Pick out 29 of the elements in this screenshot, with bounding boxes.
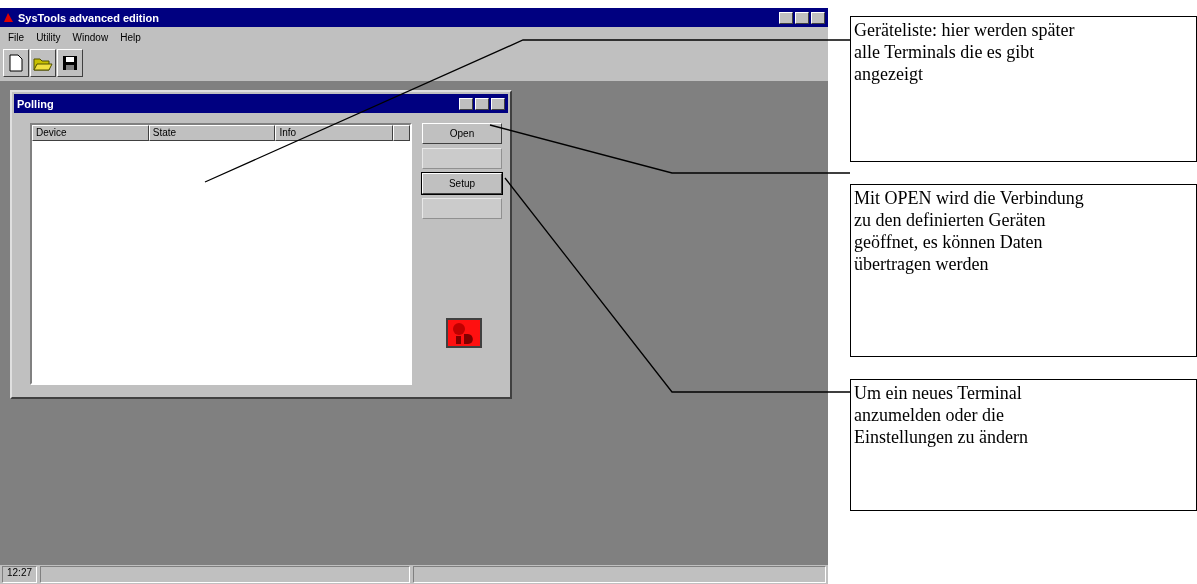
save-button[interactable]: [57, 49, 83, 77]
maximize-button[interactable]: [475, 97, 489, 110]
action-button[interactable]: Open: [422, 123, 502, 144]
callout-box: Um ein neues Terminal anzumelden oder die Einstellungen zu ändern: [850, 379, 1197, 511]
callout-box: Mit OPEN wird die Verbindung zu den definierten Geräten geöffnet, es können Daten übertragen werden: [850, 184, 1197, 357]
status-time: 12:27: [2, 566, 38, 583]
menu-item[interactable]: File: [8, 31, 25, 43]
close-button[interactable]: [811, 11, 825, 24]
column-header[interactable]: State: [148, 125, 276, 141]
new-file-button[interactable]: [3, 49, 29, 77]
column-header[interactable]: Info: [275, 125, 394, 141]
callout-box: Geräteliste: hier werden später alle Terminals die es gibt angezeigt: [850, 16, 1197, 162]
device-list[interactable]: Device State Info: [30, 123, 412, 385]
minimize-button[interactable]: [459, 97, 473, 110]
app-icon: [3, 12, 14, 23]
window-title: SysTools advanced edition: [18, 11, 160, 24]
maximize-button[interactable]: [795, 11, 809, 24]
file-icon: [9, 54, 23, 72]
folder-icon: [33, 55, 53, 71]
menu-item[interactable]: Window: [72, 31, 109, 43]
minimize-button[interactable]: [779, 11, 793, 24]
logo-icon: [446, 318, 482, 348]
open-folder-button[interactable]: [30, 49, 56, 77]
column-header[interactable]: Device: [32, 125, 149, 141]
menu-item[interactable]: Help: [120, 31, 141, 43]
window-title: Polling: [17, 97, 55, 110]
close-button[interactable]: [491, 97, 505, 110]
action-button[interactable]: Setup: [422, 173, 502, 194]
menu-item[interactable]: Utility: [36, 31, 61, 43]
